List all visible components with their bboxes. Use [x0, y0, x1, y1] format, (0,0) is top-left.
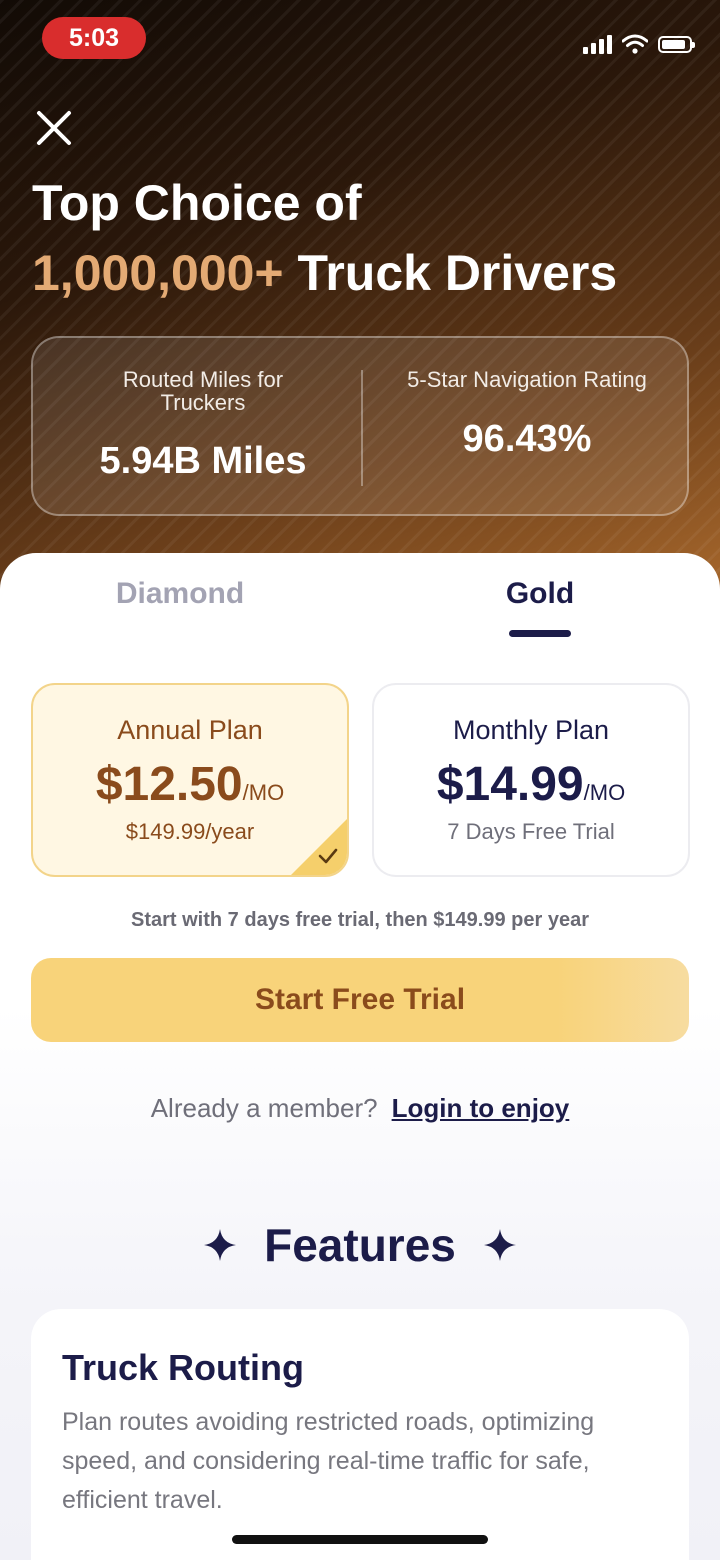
tab-diamond[interactable]: Diamond [60, 577, 300, 611]
features-heading: Features [0, 1217, 720, 1273]
login-link[interactable]: Login to enjoy [392, 1093, 570, 1123]
stat-routed-miles: Routed Miles for Truckers 5.94B Miles [33, 338, 373, 514]
feature-description: Plan routes avoiding restricted roads, o… [62, 1408, 595, 1514]
battery-icon [658, 35, 695, 53]
price-amount: $14.99 [436, 758, 584, 811]
stat-value: 5.94B Miles [99, 440, 307, 482]
price-unit: /MO [242, 780, 285, 805]
start-free-trial-button[interactable]: Start Free Trial [31, 958, 689, 1042]
plan-price: $14.99/MO [374, 757, 688, 812]
headline-line2: Truck Drivers [283, 245, 618, 301]
plan-price: $12.50/MO [33, 757, 347, 812]
wifi-icon [622, 34, 648, 54]
signal-icon [583, 34, 612, 54]
close-icon[interactable] [30, 104, 78, 152]
plan-sheet: Diamond Gold Annual Plan $12.50/MO $149.… [0, 553, 720, 1560]
hero-banner: 5:03 Top Choice of 1,000,000+ Truck Driv… [0, 0, 720, 600]
stat-rating: 5-Star Navigation Rating 96.43% [363, 338, 691, 514]
plan-title: Annual Plan [117, 715, 263, 745]
member-prompt: Already a member? [150, 1093, 378, 1123]
monthly-plan-card[interactable]: Monthly Plan $14.99/MO 7 Days Free Trial [372, 683, 690, 877]
features-title: Features [264, 1219, 456, 1271]
trial-note: Start with 7 days free trial, then $149.… [131, 909, 589, 931]
home-indicator [232, 1535, 488, 1544]
headline-accent: 1,000,000+ [32, 245, 284, 301]
sparkle-icon [483, 1229, 516, 1261]
feature-card-truck-routing: Truck Routing Plan routes avoiding restr… [31, 1309, 689, 1560]
page-headline: Top Choice of 1,000,000+ Truck Drivers [32, 168, 702, 308]
stat-label: Routed Miles for Truckers [122, 367, 284, 415]
tab-gold[interactable]: Gold [420, 577, 660, 611]
stat-label: 5-Star Navigation Rating [407, 367, 647, 392]
stat-value: 96.43% [462, 418, 592, 460]
member-line: Already a member? Login to enjoy [0, 1093, 720, 1124]
headline-line1: Top Choice of [32, 175, 362, 231]
stats-card: Routed Miles for Truckers 5.94B Miles 5-… [31, 336, 689, 516]
feature-title: Truck Routing [62, 1347, 304, 1388]
plan-title: Monthly Plan [452, 715, 610, 745]
price-unit: /MO [583, 780, 626, 805]
annual-plan-card[interactable]: Annual Plan $12.50/MO $149.99/year [31, 683, 349, 877]
check-icon [318, 848, 338, 864]
sparkle-icon [204, 1229, 237, 1261]
active-tab-indicator [509, 630, 571, 637]
status-icons [583, 30, 695, 58]
status-time: 5:03 [42, 17, 146, 59]
plan-subtext: 7 Days Free Trial [447, 819, 615, 844]
price-amount: $12.50 [95, 758, 243, 811]
